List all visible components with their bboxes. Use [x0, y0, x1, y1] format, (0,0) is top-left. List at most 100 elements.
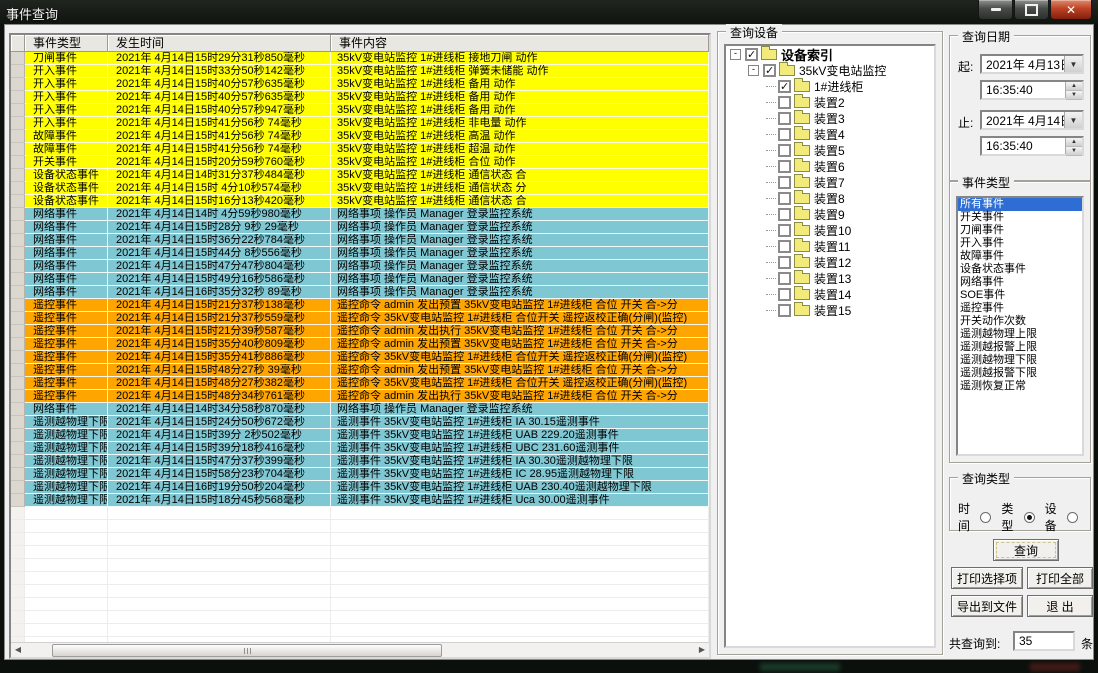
tree-checkbox[interactable]: ✓	[763, 64, 776, 77]
to-date-picker[interactable]: 2021年 4月14日 ▼	[980, 110, 1084, 130]
column-header-content[interactable]: 事件内容	[331, 35, 709, 52]
spin-down-icon[interactable]: ▼	[1066, 91, 1082, 100]
table-row[interactable]: 遥控事件2021年 4月14日15时21分37秒559毫秒遥控命令 35kV变电…	[11, 312, 709, 325]
tree-checkbox[interactable]	[778, 176, 791, 189]
event-type-item[interactable]: 开关事件	[958, 211, 1082, 224]
table-row[interactable]: 遥控事件2021年 4月14日15时35分40秒809毫秒遥控命令 admin …	[11, 338, 709, 351]
spin-up-icon[interactable]: ▲	[1066, 138, 1082, 147]
tree-item-35kV变电站监控[interactable]: -✓35kV变电站监控	[726, 62, 934, 78]
table-row[interactable]: 遥测越物理下限2021年 4月14日15时24分50秒672毫秒遥测事件 35k…	[11, 416, 709, 429]
print-all-button[interactable]: 打印全部	[1027, 567, 1093, 589]
radio-button-类型[interactable]	[1024, 512, 1035, 523]
table-row[interactable]: 遥测越物理下限2021年 4月14日15时47分37秒399毫秒遥测事件 35k…	[11, 455, 709, 468]
export-to-file-button[interactable]: 导出到文件	[951, 595, 1023, 617]
event-type-listbox[interactable]: 所有事件开关事件刀闸事件开入事件故障事件设备状态事件网络事件SOE事件遥控事件开…	[956, 196, 1084, 456]
tree-collapse-icon[interactable]: -	[748, 65, 759, 76]
event-type-item[interactable]: 遥测越物理上限	[958, 328, 1082, 341]
event-type-item[interactable]: 遥测越报警下限	[958, 367, 1082, 380]
event-type-item[interactable]: 遥测越物理下限	[958, 354, 1082, 367]
table-row[interactable]: 设备状态事件2021年 4月14日14时31分37秒484毫秒35kV变电站监控…	[11, 169, 709, 182]
table-row[interactable]: 遥测越物理下限2021年 4月14日15时39分 2秒502毫秒遥测事件 35k…	[11, 429, 709, 442]
tree-checkbox[interactable]	[778, 208, 791, 221]
column-header-time[interactable]: 发生时间	[108, 35, 331, 52]
event-type-item[interactable]: 刀闸事件	[958, 224, 1082, 237]
tree-checkbox[interactable]	[778, 288, 791, 301]
table-row[interactable]: 遥测越物理下限2021年 4月14日15时18分45秒568毫秒遥测事件 35k…	[11, 494, 709, 507]
table-row[interactable]: 遥控事件2021年 4月14日15时48分34秒761毫秒遥控命令 admin …	[11, 390, 709, 403]
tree-item-装置13[interactable]: 装置13	[726, 270, 934, 286]
print-selected-button[interactable]: 打印选择项	[951, 567, 1023, 589]
tree-checkbox[interactable]	[778, 96, 791, 109]
scroll-left-icon[interactable]: ◀	[11, 643, 25, 657]
table-row[interactable]: 网络事件2021年 4月14日15时49分16秒586毫秒网络事项 操作员 Ma…	[11, 273, 709, 286]
tree-checkbox[interactable]	[778, 272, 791, 285]
tree-checkbox[interactable]	[778, 192, 791, 205]
spin-down-icon[interactable]: ▼	[1066, 147, 1082, 156]
table-row[interactable]: 故障事件2021年 4月14日15时41分56秒 74毫秒35kV变电站监控 1…	[11, 143, 709, 156]
tree-checkbox[interactable]: ✓	[778, 80, 791, 93]
event-type-item[interactable]: 网络事件	[958, 276, 1082, 289]
tree-collapse-icon[interactable]: -	[730, 49, 741, 60]
event-type-item[interactable]: 故障事件	[958, 250, 1082, 263]
event-type-item[interactable]: 开入事件	[958, 237, 1082, 250]
event-type-item[interactable]: 所有事件	[958, 198, 1082, 211]
tree-item-1#进线柜[interactable]: ✓1#进线柜	[726, 78, 934, 94]
table-row[interactable]: 开入事件2021年 4月14日15时40分57秒635毫秒35kV变电站监控 1…	[11, 78, 709, 91]
tree-checkbox[interactable]	[778, 112, 791, 125]
tree-item-装置15[interactable]: 装置15	[726, 302, 934, 318]
tree-item-装置8[interactable]: 装置8	[726, 190, 934, 206]
maximize-button[interactable]	[1014, 0, 1049, 20]
minimize-button[interactable]	[978, 0, 1013, 20]
table-row[interactable]: 开入事件2021年 4月14日15时33分50秒142毫秒35kV变电站监控 1…	[11, 65, 709, 78]
horizontal-scrollbar[interactable]: ◀ ▶	[11, 642, 709, 657]
event-type-item[interactable]: 遥测越报警上限	[958, 341, 1082, 354]
table-row[interactable]: 网络事件2021年 4月14日15时44分 8秒556毫秒网络事项 操作员 Ma…	[11, 247, 709, 260]
table-row[interactable]: 故障事件2021年 4月14日15时41分56秒 74毫秒35kV变电站监控 1…	[11, 130, 709, 143]
radio-button-设备[interactable]	[1067, 512, 1078, 523]
tree-item-装置12[interactable]: 装置12	[726, 254, 934, 270]
table-row[interactable]: 网络事件2021年 4月14日15时47分47秒804毫秒网络事项 操作员 Ma…	[11, 260, 709, 273]
table-row[interactable]: 遥控事件2021年 4月14日15时35分41秒886毫秒遥控命令 35kV变电…	[11, 351, 709, 364]
tree-item-装置7[interactable]: 装置7	[726, 174, 934, 190]
from-date-picker[interactable]: 2021年 4月13日 ▼	[980, 54, 1084, 74]
to-time-field[interactable]: 16:35:40 ▲▼	[980, 136, 1084, 156]
tree-checkbox[interactable]	[778, 304, 791, 317]
table-row[interactable]: 网络事件2021年 4月14日14时34分58秒870毫秒网络事项 操作员 Ma…	[11, 403, 709, 416]
result-count-field[interactable]: 35	[1013, 631, 1075, 651]
table-row[interactable]: 开入事件2021年 4月14日15时40分57秒947毫秒35kV变电站监控 1…	[11, 104, 709, 117]
spin-up-icon[interactable]: ▲	[1066, 82, 1082, 91]
table-row[interactable]: 网络事件2021年 4月14日15时36分22秒784毫秒网络事项 操作员 Ma…	[11, 234, 709, 247]
tree-checkbox[interactable]	[778, 224, 791, 237]
query-button[interactable]: 查询	[993, 539, 1059, 561]
table-row[interactable]: 开入事件2021年 4月14日15时41分56秒 74毫秒35kV变电站监控 1…	[11, 117, 709, 130]
table-row[interactable]: 遥控事件2021年 4月14日15时48分27秒 39毫秒遥控命令 admin …	[11, 364, 709, 377]
tree-item-装置14[interactable]: 装置14	[726, 286, 934, 302]
tree-item-装置3[interactable]: 装置3	[726, 110, 934, 126]
tree-item-装置4[interactable]: 装置4	[726, 126, 934, 142]
chevron-down-icon[interactable]: ▼	[1064, 56, 1082, 72]
table-row[interactable]: 网络事件2021年 4月14日14时 4分59秒980毫秒网络事项 操作员 Ma…	[11, 208, 709, 221]
title-bar[interactable]: 事件查询 ✕	[0, 0, 1098, 24]
scrollbar-thumb[interactable]	[52, 644, 443, 657]
tree-checkbox[interactable]	[778, 144, 791, 157]
event-type-item[interactable]: SOE事件	[958, 289, 1082, 302]
event-type-item[interactable]: 遥控事件	[958, 302, 1082, 315]
tree-checkbox[interactable]	[778, 256, 791, 269]
table-row[interactable]: 遥控事件2021年 4月14日15时21分37秒138毫秒遥控命令 admin …	[11, 299, 709, 312]
table-row[interactable]: 设备状态事件2021年 4月14日15时 4分10秒574毫秒35kV变电站监控…	[11, 182, 709, 195]
table-row[interactable]: 遥控事件2021年 4月14日15时48分27秒382毫秒遥控命令 35kV变电…	[11, 377, 709, 390]
table-row[interactable]: 刀闸事件2021年 4月14日15时29分31秒850毫秒35kV变电站监控 1…	[11, 52, 709, 65]
tree-item-装置10[interactable]: 装置10	[726, 222, 934, 238]
to-time-spinner[interactable]: ▲▼	[1065, 138, 1082, 154]
radio-button-时间[interactable]	[980, 512, 991, 523]
scrollbar-track[interactable]	[25, 643, 695, 657]
from-time-field[interactable]: 16:35:40 ▲▼	[980, 80, 1084, 100]
tree-checkbox[interactable]: ✓	[745, 48, 758, 61]
tree-item-设备索引[interactable]: -✓设备索引	[726, 46, 934, 62]
table-row[interactable]: 设备状态事件2021年 4月14日15时16分13秒420毫秒35kV变电站监控…	[11, 195, 709, 208]
exit-button[interactable]: 退 出	[1027, 595, 1093, 617]
event-type-item[interactable]: 设备状态事件	[958, 263, 1082, 276]
table-row[interactable]: 遥测越物理下限2021年 4月14日15时39分18秒416毫秒遥测事件 35k…	[11, 442, 709, 455]
tree-item-装置11[interactable]: 装置11	[726, 238, 934, 254]
scroll-right-icon[interactable]: ▶	[695, 643, 709, 657]
